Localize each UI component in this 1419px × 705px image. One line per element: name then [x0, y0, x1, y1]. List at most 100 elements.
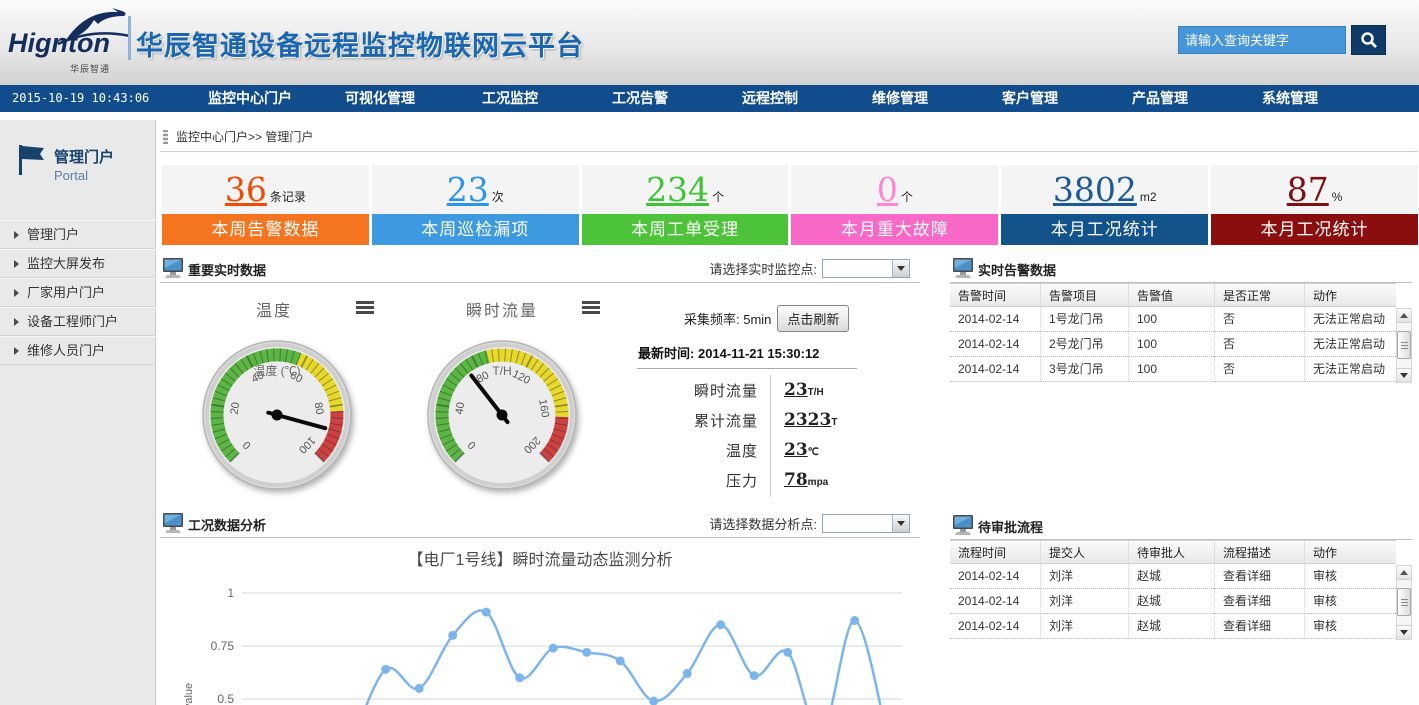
reading-value[interactable]: 2323: [784, 410, 831, 430]
view-detail-link[interactable]: 查看详细: [1214, 589, 1304, 614]
alarms-table: 告警时间 告警项目 告警值 是否正常 动作 2014-02-141号龙门吊 10…: [950, 283, 1396, 382]
approve-link[interactable]: 审核: [1304, 564, 1396, 589]
nav-item-condition-alarm[interactable]: 工况告警: [575, 85, 705, 112]
sidebar-item-maintenance-staff-portal[interactable]: 维修人员门户: [0, 336, 156, 365]
svg-text:20: 20: [229, 401, 243, 415]
scroll-down-button[interactable]: [1397, 368, 1411, 382]
select-dropdown-button[interactable]: [892, 260, 909, 277]
alarm-action[interactable]: 无法正常启动: [1304, 357, 1396, 382]
table-scrollbar[interactable]: [1396, 308, 1412, 383]
scroll-up-button[interactable]: [1397, 309, 1411, 323]
stat-card-weekly-alarms: 36条记录 本周告警数据: [162, 165, 369, 245]
analysis-point-select[interactable]: [822, 514, 910, 533]
scroll-up-button[interactable]: [1397, 566, 1411, 580]
readings-panel: 瞬时流量 23T/H 累计流量 2323T 温度 23℃ 压力 78mpa: [620, 375, 910, 495]
reading-unit: T/H: [808, 387, 824, 398]
gauge-title-flow: 瞬时流量: [466, 297, 538, 321]
sidebar: 管理门户 Portal 管理门户 监控大屏发布 厂家用户门户 设备工程师门户 维…: [0, 120, 156, 705]
stat-label-bar[interactable]: 本月工况统计: [1001, 214, 1208, 245]
reading-value[interactable]: 78: [784, 470, 808, 490]
nav-item-visualization-management[interactable]: 可视化管理: [315, 85, 445, 112]
refresh-button[interactable]: 点击刷新: [777, 305, 849, 332]
realtime-select-label: 请选择实时监控点:: [709, 259, 817, 278]
arrow-right-icon: [14, 347, 19, 355]
search-button[interactable]: [1351, 25, 1386, 55]
nav-item-monitoring-center-portal[interactable]: 监控中心门户: [185, 85, 315, 112]
search-input[interactable]: [1178, 26, 1346, 54]
stat-value[interactable]: 23: [447, 173, 489, 206]
stat-label-bar[interactable]: 本月工况统计: [1211, 214, 1418, 245]
stat-label-bar[interactable]: 本周巡检漏项: [372, 214, 579, 245]
sidebar-menu: 管理门户 监控大屏发布 厂家用户门户 设备工程师门户 维修人员门户: [0, 220, 156, 365]
sidebar-item-factory-user-portal[interactable]: 厂家用户门户: [0, 278, 156, 307]
breadcrumb[interactable]: 监控中心门户>> 管理门户: [163, 128, 313, 145]
nav-item-system-management[interactable]: 系统管理: [1225, 85, 1355, 112]
realtime-monitor-point-select[interactable]: [822, 259, 910, 278]
realtime-data-section: 重要实时数据 请选择实时监控点: 温度 瞬时流量 020406080100温度 …: [160, 255, 920, 510]
select-dropdown-button[interactable]: [892, 515, 909, 532]
scrollbar-thumb[interactable]: [1397, 331, 1411, 359]
col-header: 告警时间: [950, 284, 1040, 308]
arrow-up-icon: [1400, 570, 1408, 575]
stat-card-monthly-condition-stats-2: 87% 本月工况统计: [1211, 165, 1418, 245]
stat-label-bar[interactable]: 本月重大故障: [791, 214, 998, 245]
alarm-action[interactable]: 无法正常启动: [1304, 332, 1396, 357]
nav-item-condition-monitoring[interactable]: 工况监控: [445, 85, 575, 112]
main-nav: 2015-10-19 10:43:06 监控中心门户 可视化管理 工况监控 工况…: [0, 85, 1419, 112]
stat-unit: m2: [1140, 190, 1157, 204]
gauge-title-temperature: 温度: [256, 297, 292, 321]
scrollbar-thumb[interactable]: [1397, 588, 1411, 616]
portal-title: 管理门户: [54, 146, 114, 167]
stat-unit: %: [1332, 190, 1343, 204]
arrow-up-icon: [1400, 313, 1408, 318]
view-detail-link[interactable]: 查看详细: [1214, 614, 1304, 639]
reading-value[interactable]: 23: [784, 440, 808, 460]
approve-link[interactable]: 审核: [1304, 589, 1396, 614]
nav-item-customer-management[interactable]: 客户管理: [965, 85, 1095, 112]
readings-divider: [637, 368, 857, 369]
arrow-right-icon: [14, 231, 19, 239]
stat-card-weekly-work-orders: 234个 本周工单受理: [582, 165, 789, 245]
reading-value[interactable]: 23: [784, 380, 808, 400]
approvals-table-header: 流程时间 提交人 待审批人 流程描述 动作: [950, 540, 1396, 564]
gauge-menu-icon[interactable]: [582, 301, 600, 314]
arrow-right-icon: [14, 289, 19, 297]
gauge-menu-icon[interactable]: [356, 301, 374, 314]
reading-label: 压力: [620, 470, 758, 491]
chevron-down-icon: [897, 266, 905, 271]
sidebar-item-device-engineer-portal[interactable]: 设备工程师门户: [0, 307, 156, 336]
reading-row: 压力 78mpa: [620, 465, 910, 495]
svg-text:1: 1: [227, 586, 234, 600]
nav-item-remote-control[interactable]: 远程控制: [705, 85, 835, 112]
alarm-action[interactable]: 无法正常启动: [1304, 307, 1396, 332]
view-detail-link[interactable]: 查看详细: [1214, 564, 1304, 589]
nav-datetime: 2015-10-19 10:43:06: [12, 91, 149, 105]
section-title-approvals: 待审批流程: [978, 517, 1043, 536]
stat-label-bar[interactable]: 本周工单受理: [582, 214, 789, 245]
approve-link[interactable]: 审核: [1304, 614, 1396, 639]
table-row: 2014-02-141号龙门吊 100否 无法正常启动: [950, 307, 1396, 332]
stat-label-bar[interactable]: 本周告警数据: [162, 214, 369, 245]
latest-time-label: 最新时间:: [638, 346, 694, 361]
table-row: 2014-02-14刘洋 赵城查看详细 审核: [950, 564, 1396, 589]
sidebar-item-label: 维修人员门户: [27, 337, 105, 365]
stat-value[interactable]: 0: [877, 173, 898, 206]
stats-row: 36条记录 本周告警数据 23次 本周巡检漏项 234个 本周工单受理 0个 本…: [162, 165, 1418, 245]
stat-value[interactable]: 3802: [1053, 173, 1137, 206]
svg-text:T/H: T/H: [492, 364, 511, 378]
nav-item-product-management[interactable]: 产品管理: [1095, 85, 1225, 112]
stat-value[interactable]: 87: [1287, 173, 1329, 206]
sidebar-item-management-portal[interactable]: 管理门户: [0, 220, 156, 249]
app-title: 华辰智通设备远程监控物联网云平台: [136, 24, 584, 63]
sidebar-item-big-screen-publish[interactable]: 监控大屏发布: [0, 249, 156, 278]
svg-text:温度 (℃): 温度 (℃): [253, 363, 300, 378]
sidebar-item-label: 监控大屏发布: [27, 250, 105, 278]
stat-value[interactable]: 36: [225, 173, 267, 206]
stat-value[interactable]: 234: [646, 173, 709, 206]
svg-text:80: 80: [312, 401, 326, 415]
alarms-table-header: 告警时间 告警项目 告警值 是否正常 动作: [950, 283, 1396, 307]
scroll-down-button[interactable]: [1397, 625, 1411, 639]
nav-item-maintenance-management[interactable]: 维修管理: [835, 85, 965, 112]
stat-unit: 个: [901, 188, 913, 205]
table-scrollbar[interactable]: [1396, 565, 1412, 640]
